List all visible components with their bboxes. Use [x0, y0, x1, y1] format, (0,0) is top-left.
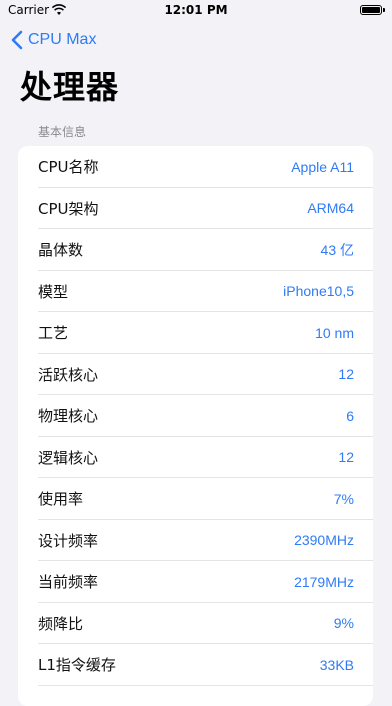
list-item-l1-instruction-cache[interactable]: L1指令缓存 33KB [18, 644, 373, 686]
page-title: 处理器 [20, 68, 120, 106]
list-item-cpu-arch[interactable]: CPU架构 ARM64 [18, 188, 373, 230]
row-value: 10 nm [315, 324, 354, 341]
list-item-design-frequency[interactable]: 设计频率 2390MHz [18, 520, 373, 562]
row-label: 当前频率 [38, 573, 99, 592]
list-item-active-cores[interactable]: 活跃核心 12 [18, 354, 373, 396]
row-value: 12 [338, 449, 354, 466]
row-value: 43 亿 [320, 241, 354, 258]
row-label: CPU名称 [38, 158, 99, 177]
section-header: 基本信息 [38, 125, 87, 139]
list-item-current-frequency[interactable]: 当前频率 2179MHz [18, 561, 373, 603]
row-label: 物理核心 [38, 407, 99, 426]
row-value: 7% [333, 490, 354, 507]
row-label: CPU架构 [38, 199, 99, 218]
row-label: L1指令缓存 [38, 656, 116, 675]
info-list: CPU名称 Apple A11 CPU架构 ARM64 晶体数 43 亿 模型 … [18, 146, 373, 706]
list-item-usage[interactable]: 使用率 7% [18, 478, 373, 520]
list-item-cpu-name[interactable]: CPU名称 Apple A11 [18, 146, 373, 188]
row-label: 使用率 [38, 490, 84, 509]
battery-tip [383, 8, 385, 12]
row-value: ARM64 [307, 200, 354, 217]
list-item-process[interactable]: 工艺 10 nm [18, 312, 373, 354]
row-label: 频降比 [38, 614, 84, 633]
list-item-physical-cores[interactable]: 物理核心 6 [18, 395, 373, 437]
row-label: 模型 [38, 282, 69, 301]
row-label: 逻辑核心 [38, 448, 99, 467]
row-value: 33KB [319, 656, 354, 673]
list-item-transistors[interactable]: 晶体数 43 亿 [18, 229, 373, 271]
row-label: 活跃核心 [38, 365, 99, 384]
row-label: 晶体数 [38, 241, 84, 260]
row-label: 设计频率 [38, 531, 99, 550]
list-item-logical-cores[interactable]: 逻辑核心 12 [18, 437, 373, 479]
row-value: 12 [338, 366, 354, 383]
row-value: iPhone10,5 [283, 283, 354, 300]
back-button[interactable]: CPU Max [10, 28, 96, 52]
back-label: CPU Max [28, 31, 97, 48]
list-item-model[interactable]: 模型 iPhone10,5 [18, 271, 373, 313]
list-item-throttle-ratio[interactable]: 频降比 9% [18, 603, 373, 645]
row-value: Apple A11 [291, 158, 354, 175]
row-value: 2390MHz [294, 532, 354, 549]
row-value: 6 [346, 407, 354, 424]
row-value: 9% [333, 615, 354, 632]
row-value: 2179MHz [294, 573, 354, 590]
battery-icon [360, 5, 382, 15]
row-label: 工艺 [38, 324, 69, 343]
clock-time: 12:01 PM [164, 3, 228, 17]
status-bar: Carrier 12:01 PM [0, 0, 392, 22]
chevron-left-icon [11, 30, 23, 50]
